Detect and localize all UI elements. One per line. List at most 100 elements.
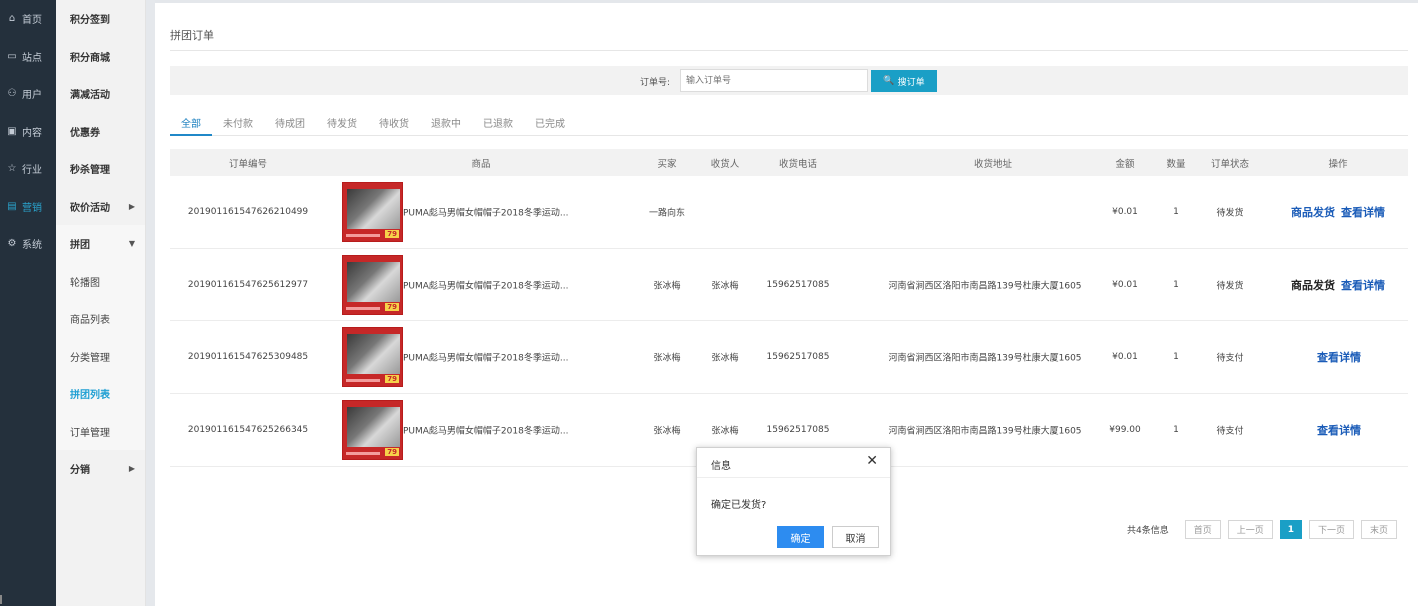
subnav-item-9[interactable]: 分类管理 <box>56 337 145 375</box>
rail-item-1[interactable]: ▭ 站点 <box>0 38 56 76</box>
rail-item-2[interactable]: ⚇ 用户 <box>0 75 56 113</box>
total-count: 共4条信息 <box>1127 526 1169 536</box>
search-order-label: 搜订单 <box>897 77 925 88</box>
ship-goods-link[interactable]: 商品发货 <box>1291 206 1335 219</box>
view-details-link[interactable]: 查看详情 <box>1317 351 1361 364</box>
subnav-item-3[interactable]: 优惠券 <box>56 113 145 151</box>
close-icon[interactable]: ✕ <box>866 454 878 468</box>
tab-5[interactable]: 退款中 <box>420 107 472 136</box>
star-icon: ☆ <box>7 163 17 175</box>
product-thumbnail[interactable]: 79 <box>342 182 403 242</box>
table-row: 201901161547625309485 79 PUMA彪马男帽女帽帽子2018冬… <box>170 321 1408 395</box>
rail-item-4[interactable]: ☆ 行业 <box>0 150 56 188</box>
row-actions: 商品发货 查看详情 <box>1291 277 1385 293</box>
product-photo <box>347 261 400 302</box>
tab-2[interactable]: 待成团 <box>264 107 316 136</box>
subnav-item-1[interactable]: 积分商城 <box>56 38 145 76</box>
product-name: PUMA彪马男帽女帽帽子2018冬季运动... <box>403 281 569 292</box>
table-row: 201901161547626210499 79 PUMA彪马男帽女帽帽子2018冬… <box>170 176 1408 249</box>
product-thumbnail[interactable]: 79 <box>342 254 403 315</box>
subnav-item-label: 秒杀管理 <box>70 165 110 177</box>
confirm-button[interactable]: 确定 <box>777 526 824 548</box>
orders-table: 订单编号 商品 买家 收货人 收货电话 收货地址 金额 数量 订单状态 操作 2019011615… <box>170 149 1408 467</box>
order-amount: ¥0.01 <box>1112 206 1138 217</box>
promo-strip <box>346 306 380 310</box>
subnav-item-8[interactable]: 商品列表 <box>56 300 145 338</box>
subnav-item-label: 分类管理 <box>70 352 110 364</box>
current-page-button[interactable]: 1 <box>1279 520 1303 539</box>
chevron-right-icon: ▶ <box>128 201 135 211</box>
promo-strip <box>346 234 380 237</box>
subnav-item-10[interactable]: 拼团列表 <box>56 375 145 413</box>
monitor-icon: ▭ <box>7 50 17 62</box>
title-divider <box>170 50 1408 51</box>
tab-0[interactable]: 全部 <box>170 107 212 136</box>
rail-item-label: 站点 <box>22 52 42 64</box>
order-amount: ¥0.01 <box>1112 279 1138 290</box>
subnav-item-7[interactable]: 轮播图 <box>56 262 145 300</box>
subnav-item-5[interactable]: 砍价活动 ▶ <box>56 188 145 226</box>
rail-item-0[interactable]: ⌂ 首页 <box>0 0 56 38</box>
subnav-item-2[interactable]: 满减活动 <box>56 75 145 113</box>
subnav-item-label: 满减活动 <box>70 90 110 102</box>
ship-goods-link[interactable]: 商品发货 <box>1291 279 1335 292</box>
rail-item-3[interactable]: ▣ 内容 <box>0 113 56 151</box>
tab-4[interactable]: 待收货 <box>368 107 420 136</box>
search-order-button[interactable]: 🔍 搜订单 <box>871 70 937 92</box>
column-header: 订单状态 <box>1210 159 1250 170</box>
chevron-down-icon: ▼ <box>128 239 135 249</box>
product-name: PUMA彪马男帽女帽帽子2018冬季运动... <box>403 208 569 219</box>
rail-item-label: 系统 <box>22 240 42 252</box>
subnav-item-11[interactable]: 订单管理 <box>56 412 145 450</box>
subnav-item-label: 拼团 <box>70 240 90 252</box>
subnav-item-label: 商品列表 <box>70 315 110 327</box>
dialog-title: 信息 <box>711 461 731 472</box>
order-status: 待发货 <box>1216 281 1244 292</box>
buyer-name: 一路向东 <box>648 208 686 219</box>
order-status: 待支付 <box>1216 426 1244 437</box>
rail-item-5[interactable]: ▤ 营销 <box>0 188 56 226</box>
view-details-link[interactable]: 查看详情 <box>1341 279 1385 292</box>
order-quantity: 1 <box>1173 424 1179 435</box>
order-amount: ¥0.01 <box>1112 352 1138 363</box>
prev-page-button[interactable]: 上一页 <box>1227 520 1273 539</box>
subnav-item-4[interactable]: 秒杀管理 <box>56 150 145 188</box>
column-header: 收货电话 <box>778 159 818 170</box>
dialog-header: 信息 ✕ <box>697 448 890 478</box>
marketing-subnav: 积分签到 积分商城 满减活动 优惠券 秒杀管理 砍价活动 ▶ 拼团 ▼ 轮播图 商品列表 分类管理 拼团… <box>56 0 146 606</box>
subnav-item-12[interactable]: 分销 ▶ <box>56 450 145 488</box>
order-no-input[interactable] <box>680 69 868 92</box>
first-page-button[interactable]: 首页 <box>1184 520 1221 539</box>
column-header: 金额 <box>1115 159 1135 170</box>
last-page-button[interactable]: 末页 <box>1361 520 1398 539</box>
receiver-phone: 15962517085 <box>766 352 830 363</box>
tab-6[interactable]: 已退款 <box>472 107 524 136</box>
dialog-message: 确定已发货? <box>711 500 767 511</box>
rail-item-6[interactable]: ⚙ 系统 <box>0 225 56 263</box>
view-details-link[interactable]: 查看详情 <box>1317 424 1361 437</box>
product-thumbnail[interactable]: 79 <box>342 400 403 461</box>
product-thumbnail[interactable]: 79 <box>342 327 403 388</box>
tab-3[interactable]: 待发货 <box>316 107 368 136</box>
product-photo <box>347 407 400 448</box>
calendar-icon: ▤ <box>7 200 17 212</box>
column-header: 买家 <box>657 159 677 170</box>
tab-7[interactable]: 已完成 <box>524 107 576 136</box>
next-page-button[interactable]: 下一页 <box>1309 520 1355 539</box>
receiver-phone: 15962517085 <box>766 424 830 435</box>
subnav-item-0[interactable]: 积分签到 <box>56 0 145 38</box>
receiver-address: 河南省涧西区洛阳市南昌路139号杜康大厦1605 <box>888 426 1082 437</box>
subnav-item-label: 积分商城 <box>70 52 110 64</box>
user-icon: ⚇ <box>7 88 17 100</box>
column-header: 操作 <box>1328 159 1348 170</box>
order-status: 待发货 <box>1216 208 1244 219</box>
cancel-button[interactable]: 取消 <box>832 526 879 548</box>
search-icon: 🔍 <box>883 76 895 86</box>
confirm-dialog: 信息 ✕ 确定已发货? 确定 取消 <box>696 447 891 556</box>
settings-icon: ⚙ <box>7 238 17 250</box>
tab-1[interactable]: 未付款 <box>212 107 264 136</box>
product-name: PUMA彪马男帽女帽帽子2018冬季运动... <box>403 353 569 364</box>
subnav-item-6[interactable]: 拼团 ▼ <box>56 225 145 263</box>
page-title: 拼团订单 <box>170 29 214 42</box>
view-details-link[interactable]: 查看详情 <box>1341 206 1385 219</box>
